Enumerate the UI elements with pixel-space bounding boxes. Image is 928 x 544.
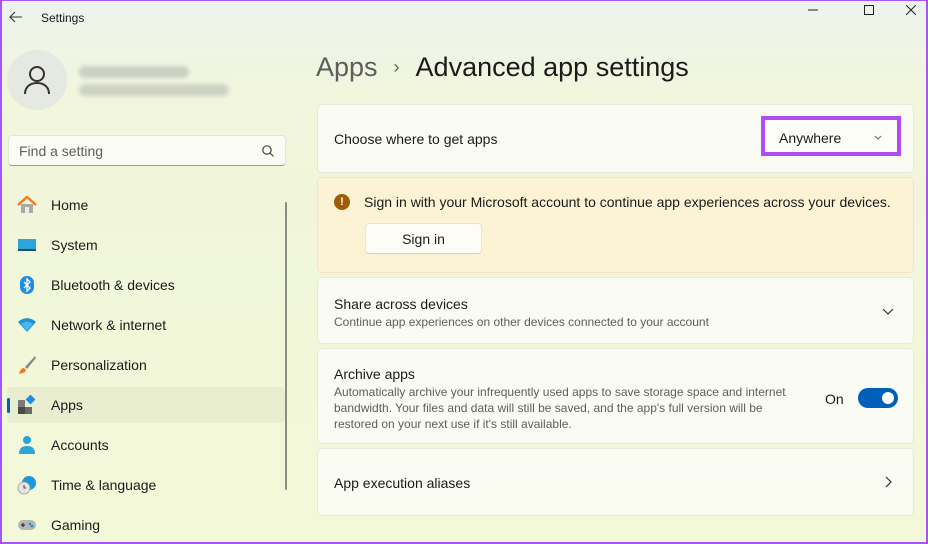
minimize-icon: [808, 9, 818, 11]
sidebar-item-label: Home: [51, 197, 89, 213]
sidebar-item-label: Gaming: [51, 517, 101, 533]
sidebar-item-accounts[interactable]: Accounts: [7, 427, 285, 463]
chevron-down-icon[interactable]: [881, 304, 895, 318]
search-box: [8, 135, 286, 166]
sidebar-item-label: Time & language: [51, 477, 157, 493]
toggle-knob: [882, 392, 894, 404]
profile-name-redacted: [79, 66, 189, 78]
home-icon: [17, 195, 37, 215]
search-icon[interactable]: [261, 144, 275, 158]
choose-apps-label: Choose where to get apps: [334, 131, 498, 147]
sidebar-item-label: Personalization: [51, 357, 147, 373]
archive-title: Archive apps: [334, 366, 415, 382]
account-icon: [17, 435, 37, 455]
archive-description-line: Automatically archive your infrequently …: [334, 385, 786, 399]
sidebar-scrollbar[interactable]: [285, 202, 287, 490]
warning-icon: !: [334, 194, 350, 210]
sidebar-item-label: Apps: [51, 397, 83, 413]
sidebar-item-bluetooth[interactable]: Bluetooth & devices: [7, 267, 285, 303]
toggle-state-label: On: [825, 391, 844, 407]
bluetooth-icon: [17, 275, 37, 295]
sign-in-button[interactable]: Sign in: [365, 223, 482, 254]
gamepad-icon: [17, 515, 37, 535]
avatar: [7, 50, 67, 110]
clock-globe-icon: [17, 475, 37, 495]
archive-description-line: restored on your next use if it's still …: [334, 417, 572, 431]
choose-where-to-get-apps-card: Choose where to get apps Anywhere: [317, 104, 914, 173]
chevron-down-icon: [874, 135, 882, 140]
search-input[interactable]: [9, 136, 249, 165]
back-button[interactable]: [6, 7, 26, 27]
sidebar-item-label: Network & internet: [51, 317, 167, 333]
share-across-devices-card[interactable]: Share across devices Continue app experi…: [317, 277, 914, 344]
archive-apps-card: Archive apps Automatically archive your …: [317, 348, 914, 444]
minimize-button[interactable]: [790, 0, 836, 20]
warning-message: Sign in with your Microsoft account to c…: [364, 194, 891, 210]
breadcrumb-separator-icon: ›: [393, 57, 400, 77]
page-title: Advanced app settings: [415, 52, 689, 82]
chevron-right-icon: [885, 476, 892, 488]
sidebar-item-home[interactable]: Home: [7, 187, 285, 223]
archive-apps-toggle[interactable]: [858, 388, 898, 408]
system-icon: [17, 235, 37, 255]
sidebar-item-label: System: [51, 237, 98, 253]
person-icon: [24, 66, 50, 95]
archive-description-line: bandwidth. Your files and data will stil…: [334, 401, 763, 415]
sidebar-item-gaming[interactable]: Gaming: [7, 507, 285, 543]
share-title: Share across devices: [334, 296, 468, 312]
title-bar: Settings: [0, 0, 928, 36]
breadcrumb-parent-link[interactable]: Apps: [316, 52, 378, 83]
sidebar-item-label: Bluetooth & devices: [51, 277, 175, 293]
profile-email-redacted: [79, 84, 229, 96]
app-execution-aliases-card[interactable]: App execution aliases: [317, 448, 914, 516]
maximize-icon: [864, 5, 874, 15]
sidebar-item-personalization[interactable]: Personalization: [7, 347, 285, 383]
apps-icon: [17, 395, 37, 415]
breadcrumb: Apps › Advanced app settings: [316, 52, 689, 83]
sidebar-item-apps[interactable]: Apps: [7, 387, 285, 423]
sign-in-warning-banner: ! Sign in with your Microsoft account to…: [317, 177, 914, 273]
close-button[interactable]: [888, 0, 928, 20]
app-source-dropdown[interactable]: Anywhere: [761, 116, 901, 156]
sidebar-nav: Home System Bluetooth & devices Network …: [7, 187, 285, 544]
share-description: Continue app experiences on other device…: [334, 315, 709, 329]
active-indicator: [7, 398, 10, 413]
maximize-button[interactable]: [846, 0, 892, 20]
sidebar-item-label: Accounts: [51, 437, 109, 453]
brush-icon: [17, 355, 37, 375]
sidebar-item-system[interactable]: System: [7, 227, 285, 263]
aliases-title: App execution aliases: [334, 475, 471, 491]
wifi-icon: [17, 315, 37, 335]
sidebar-item-time-language[interactable]: Time & language: [7, 467, 285, 503]
sidebar-item-network[interactable]: Network & internet: [7, 307, 285, 343]
back-arrow-icon: [9, 11, 22, 23]
close-icon: [906, 5, 916, 15]
dropdown-selected-value: Anywhere: [779, 130, 842, 146]
app-title: Settings: [41, 11, 85, 25]
